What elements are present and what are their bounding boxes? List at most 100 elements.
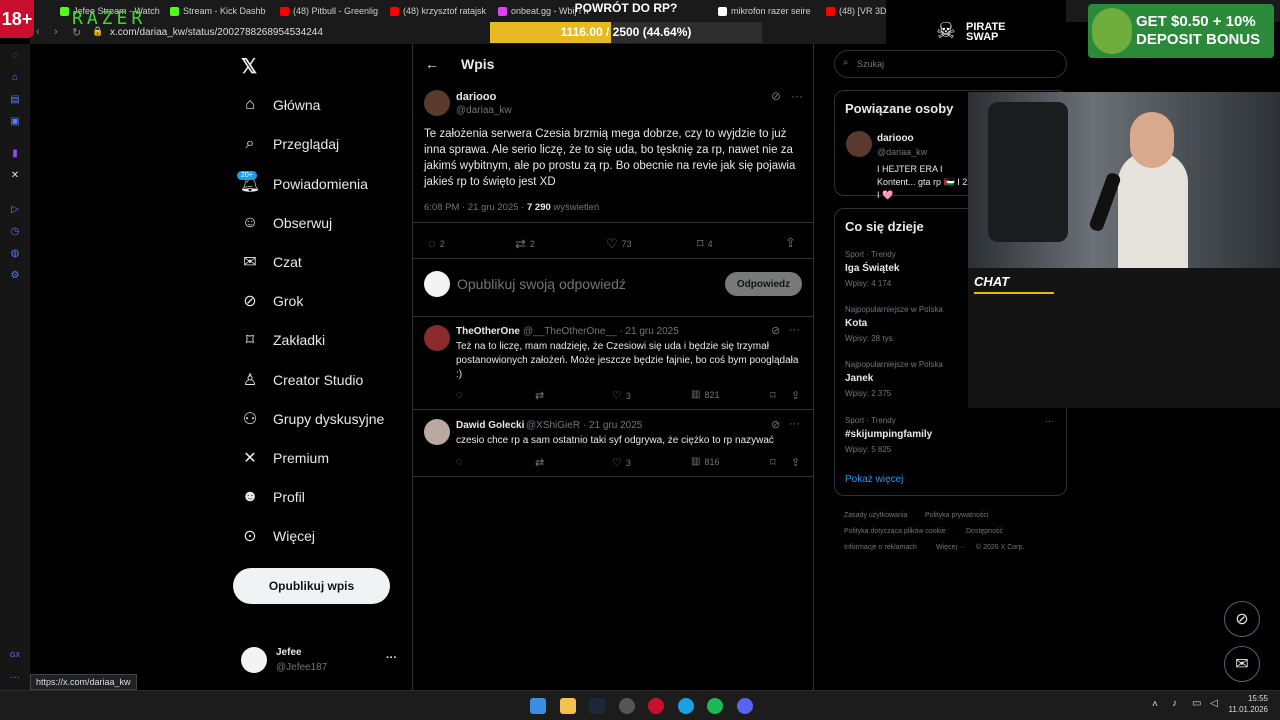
bookmark-icon[interactable]: ⌑ bbox=[770, 389, 776, 402]
footer-link[interactable]: Polityka dotycząca plików cookie bbox=[844, 528, 946, 535]
reply-submit-button[interactable]: Odpowiedz bbox=[725, 272, 802, 296]
related-handle[interactable]: @dariaa_kw bbox=[877, 147, 927, 157]
bookmark-icon[interactable]: ⌑ bbox=[770, 456, 776, 469]
nav-item-explore[interactable]: ⌕ Przeglądaj bbox=[241, 132, 340, 156]
reply-avatar[interactable] bbox=[424, 325, 450, 351]
search-box[interactable]: ⌕ Szukaj bbox=[834, 50, 1067, 78]
reply-avatar[interactable] bbox=[424, 419, 450, 445]
clock-date[interactable]: 11.01.2026 bbox=[1226, 705, 1268, 714]
grok-fab-icon[interactable]: ⊘ bbox=[1224, 601, 1260, 637]
grok-icon[interactable]: ⊘ bbox=[771, 324, 780, 337]
file-explorer-icon[interactable] bbox=[560, 698, 576, 714]
steam-icon[interactable] bbox=[589, 698, 605, 714]
back-arrow-icon[interactable]: ← bbox=[425, 56, 439, 72]
related-avatar[interactable] bbox=[846, 131, 872, 157]
more-options-icon[interactable]: ··· bbox=[789, 324, 800, 336]
x-logo[interactable]: 𝕏 bbox=[241, 54, 257, 79]
reply-author[interactable]: TheOtherOne bbox=[456, 326, 520, 337]
trend-name[interactable]: Iga Świątek bbox=[845, 263, 899, 274]
repost-button[interactable]: ⇄ 2 bbox=[515, 236, 535, 252]
reply-handle[interactable]: @XShiGieR · 21 gru 2025 bbox=[526, 420, 642, 431]
discord-icon[interactable] bbox=[737, 698, 753, 714]
windows-start-icon[interactable] bbox=[530, 698, 546, 714]
sidebar-app-icon[interactable]: ▤ bbox=[8, 94, 22, 108]
author-name[interactable]: dariooo bbox=[456, 91, 496, 103]
clock-icon[interactable]: ◷ bbox=[8, 226, 22, 240]
nav-item-notifications[interactable]: 🔔︎ Powiadomienia bbox=[240, 172, 368, 196]
nav-item-profile[interactable]: ☻ Profil bbox=[241, 485, 305, 509]
trend-name[interactable]: #skijumpingfamily bbox=[845, 429, 932, 440]
author-avatar[interactable] bbox=[424, 90, 450, 116]
share-icon[interactable]: ⇪ bbox=[791, 389, 800, 402]
nav-item-grok[interactable]: ⊘ Grok bbox=[241, 289, 303, 313]
views-button[interactable]: ▥ 821 bbox=[691, 389, 719, 400]
share-icon[interactable]: ⇪ bbox=[791, 456, 800, 469]
reply-icon[interactable]: ◌ bbox=[456, 389, 463, 401]
account-avatar[interactable] bbox=[241, 647, 267, 673]
grok-icon[interactable]: ⊘ bbox=[771, 418, 780, 431]
sidebar-app-icon[interactable]: ◌ bbox=[8, 50, 22, 64]
opera-gx-icon[interactable] bbox=[648, 698, 664, 714]
reply-button[interactable]: ◌ 2 bbox=[428, 236, 445, 251]
browser-tab[interactable]: Stream - Kick Dashb bbox=[170, 3, 270, 19]
footer-link[interactable]: Więcej ··· bbox=[936, 544, 966, 551]
more-options-icon[interactable]: ··· bbox=[791, 89, 803, 103]
mic-icon[interactable]: ♪ bbox=[1172, 698, 1177, 709]
sidebar-app-icon[interactable]: ⌂ bbox=[8, 72, 22, 86]
trend-name[interactable]: Kota bbox=[845, 318, 867, 329]
search-input[interactable]: Szukaj bbox=[857, 59, 884, 69]
back-icon[interactable]: ‹ bbox=[36, 26, 40, 38]
edge-icon[interactable] bbox=[678, 698, 694, 714]
reply-author[interactable]: Dawid Golecki bbox=[456, 420, 524, 431]
more-icon[interactable]: ··· bbox=[8, 672, 22, 686]
nav-item-bookmarks[interactable]: ⌑ Zakładki bbox=[241, 328, 325, 352]
sidebar-app-icon[interactable]: ▷ bbox=[8, 204, 22, 218]
repost-icon[interactable]: ⇄ bbox=[535, 456, 544, 469]
repost-icon[interactable]: ⇄ bbox=[535, 389, 544, 402]
reply-handle[interactable]: @__TheOtherOne__ · 21 gru 2025 bbox=[523, 326, 679, 337]
spotify-icon[interactable] bbox=[707, 698, 723, 714]
bookmark-button[interactable]: ⌑ 4 bbox=[697, 236, 713, 252]
forward-icon[interactable]: › bbox=[54, 26, 58, 38]
sidebar-app-icon[interactable]: ◍ bbox=[8, 248, 22, 262]
like-button[interactable]: ♡ 3 bbox=[612, 389, 631, 402]
reply-input[interactable]: Opublikuj swoją odpowiedź bbox=[457, 276, 626, 292]
nav-item-follow[interactable]: ☺ Obserwuj bbox=[241, 211, 332, 235]
author-handle[interactable]: @dariaa_kw bbox=[456, 105, 512, 116]
show-more-link[interactable]: Pokaż więcej bbox=[845, 474, 903, 485]
nav-item-home[interactable]: ⌂ Główna bbox=[241, 93, 320, 117]
nav-item-groups[interactable]: ⚇ Grupy dyskusyjne bbox=[241, 407, 384, 431]
trend-more-icon[interactable]: ··· bbox=[1045, 416, 1054, 426]
messages-fab-icon[interactable]: ✉ bbox=[1224, 646, 1260, 682]
app-icon[interactable] bbox=[619, 698, 635, 714]
nav-item-more[interactable]: ⊙ Więcej bbox=[241, 524, 315, 548]
footer-link[interactable]: Dostępność bbox=[966, 528, 1003, 535]
twitch-icon[interactable]: ▮ bbox=[8, 148, 22, 162]
tray-chevron-icon[interactable]: ˄ bbox=[1152, 699, 1158, 710]
nav-item-creator-studio[interactable]: ♙ Creator Studio bbox=[241, 368, 363, 392]
x-icon[interactable]: ✕ bbox=[8, 170, 22, 184]
gx-icon[interactable]: GX bbox=[8, 652, 22, 666]
nav-item-chat[interactable]: ✉ Czat bbox=[241, 250, 302, 274]
browser-tab[interactable]: (48) Pitbull - Greenlig bbox=[280, 3, 380, 19]
volume-icon[interactable]: ◁ bbox=[1210, 698, 1218, 709]
browser-tab[interactable]: (48) [VR 3D bbox=[826, 3, 886, 19]
more-options-icon[interactable]: ··· bbox=[789, 418, 800, 430]
footer-link[interactable]: Zasady użytkowania bbox=[844, 512, 907, 519]
trend-name[interactable]: Janek bbox=[845, 373, 873, 384]
like-button[interactable]: ♡ 73 bbox=[606, 236, 632, 252]
grok-icon[interactable]: ⊘ bbox=[771, 89, 781, 103]
settings-icon[interactable]: ⚙ bbox=[8, 270, 22, 284]
like-button[interactable]: ♡ 3 bbox=[612, 456, 631, 469]
footer-link[interactable]: Polityka prywatności bbox=[925, 512, 988, 519]
browser-tab[interactable]: (48) krzysztof ratajsk bbox=[390, 3, 490, 19]
related-name[interactable]: dariooo bbox=[877, 133, 914, 144]
sidebar-app-icon[interactable]: ▣ bbox=[8, 116, 22, 130]
views-button[interactable]: ▥ 816 bbox=[691, 456, 719, 467]
share-icon[interactable]: ⇪ bbox=[785, 235, 796, 251]
footer-link[interactable]: Informacje o reklamach bbox=[844, 544, 917, 551]
network-icon[interactable]: ▭ bbox=[1192, 698, 1201, 709]
post-button[interactable]: Opublikuj wpis bbox=[233, 568, 390, 604]
nav-item-premium[interactable]: ✕ Premium bbox=[241, 446, 329, 470]
clock-time[interactable]: 15:55 bbox=[1232, 694, 1268, 703]
